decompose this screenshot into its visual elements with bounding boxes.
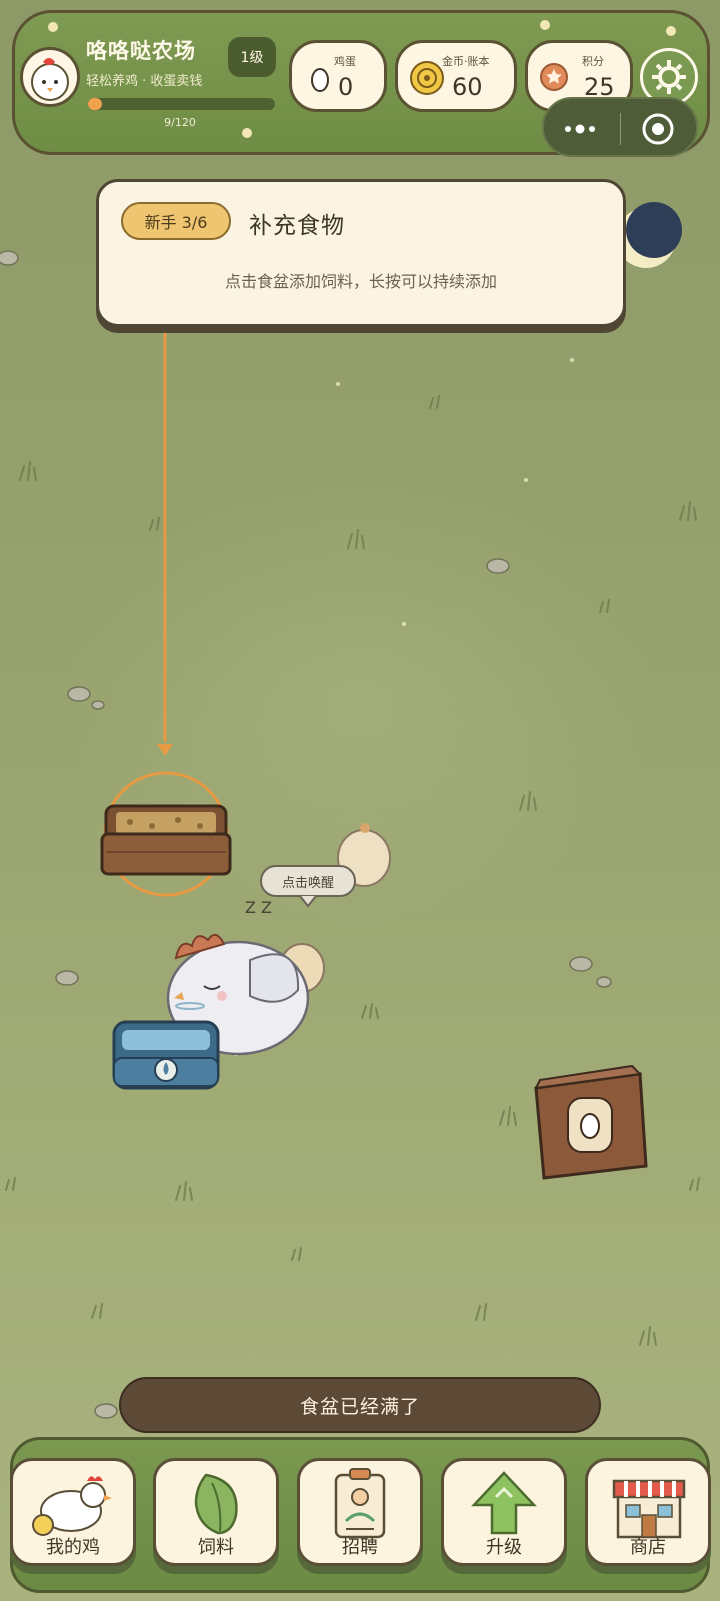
farm-subtitle: 轻松养鸡 · 收蛋卖钱 xyxy=(86,74,203,89)
miniprogram-capsule xyxy=(542,97,698,157)
nav-feed[interactable]: 饲料 xyxy=(153,1458,279,1566)
tutorial-card: 新手 3/6 补充食物 点击食盆添加饲料，长按可以持续添加 xyxy=(96,179,626,327)
game-stage: Z Z 咯咯哒农场 轻松养鸡 · 收蛋卖钱 1级 9/120 鸡蛋 0 金币·账… xyxy=(0,0,720,1601)
egg-counter[interactable]: 鸡蛋 0 xyxy=(289,40,387,112)
tutorial-title: 补充食物 xyxy=(249,213,345,239)
nav-label: 升级 xyxy=(486,1537,522,1558)
more-dots-icon[interactable] xyxy=(562,117,602,141)
toast-message: 食盆已经满了 xyxy=(119,1377,601,1433)
tutorial-step-badge: 新手 3/6 xyxy=(121,202,231,240)
capsule-divider xyxy=(620,113,621,145)
nav-label: 商店 xyxy=(630,1537,666,1558)
nav-label: 饲料 xyxy=(198,1537,234,1558)
tutorial-description: 点击食盆添加饲料，长按可以持续添加 xyxy=(224,272,497,291)
hen-icon xyxy=(32,1476,112,1536)
coin-label: 金币·账本 xyxy=(442,55,490,68)
close-target-icon[interactable] xyxy=(640,111,676,147)
shop-icon xyxy=(612,1479,686,1539)
egg-value: 0 xyxy=(338,73,354,101)
id-badge-icon xyxy=(334,1468,386,1539)
avatar[interactable] xyxy=(20,47,80,107)
level-badge: 1级 xyxy=(228,37,276,77)
egg-label: 鸡蛋 xyxy=(334,55,356,68)
points-label: 积分 xyxy=(582,55,604,68)
nav-label: 招聘 xyxy=(342,1537,378,1558)
wake-bubble[interactable]: 点击唤醒 xyxy=(260,865,356,897)
nav-label: 我的鸡 xyxy=(46,1537,100,1558)
xp-progress-bar xyxy=(88,98,275,110)
gear-icon xyxy=(652,60,686,94)
nav-my-chickens[interactable]: 我的鸡 xyxy=(10,1458,136,1566)
xp-progress-fill xyxy=(88,98,103,110)
egg-icon xyxy=(311,68,329,92)
nav-recruit[interactable]: 招聘 xyxy=(297,1458,423,1566)
coin-icon xyxy=(410,61,444,95)
nav-shop[interactable]: 商店 xyxy=(585,1458,711,1566)
leaf-icon xyxy=(194,1473,238,1535)
xp-text: 9/120 xyxy=(164,116,196,129)
coin-value: 60 xyxy=(452,73,483,101)
coin-counter[interactable]: 金币·账本 60 xyxy=(395,40,517,112)
up-arrow-icon xyxy=(471,1471,537,1535)
nav-upgrade[interactable]: 升级 xyxy=(441,1458,567,1566)
star-badge-icon xyxy=(540,63,568,91)
farm-name: 咯咯哒农场 xyxy=(86,39,196,63)
